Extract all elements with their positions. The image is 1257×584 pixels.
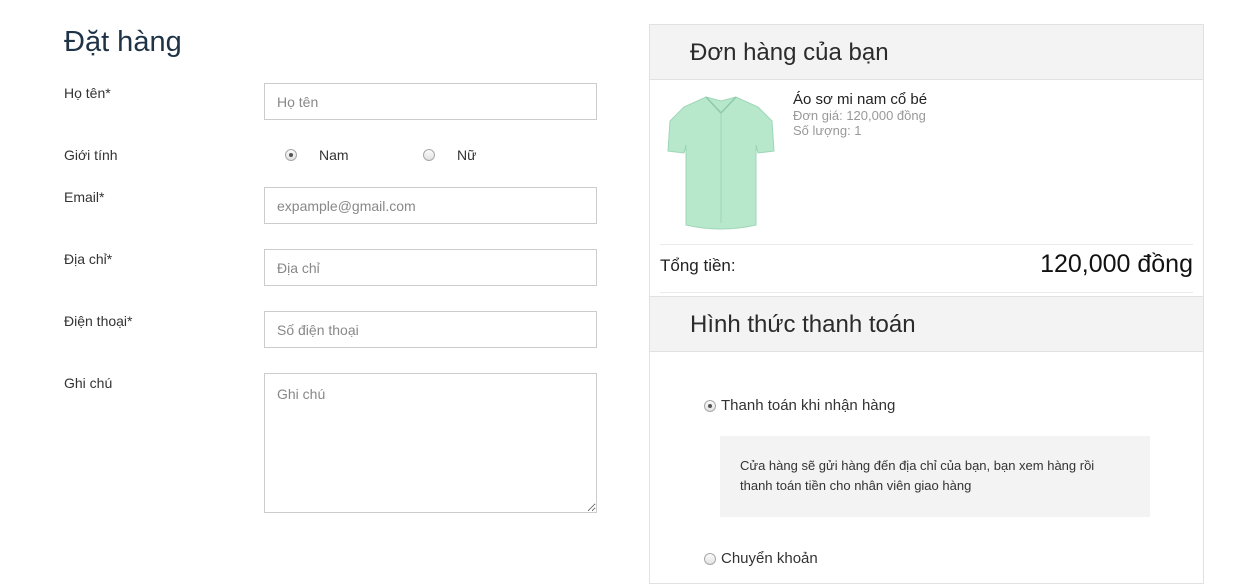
phone-label: Điện thoại* xyxy=(64,313,133,329)
name-input[interactable] xyxy=(264,83,597,120)
total-label: Tổng tiền: xyxy=(660,256,736,275)
name-label: Họ tên* xyxy=(64,85,111,101)
divider xyxy=(660,244,1193,245)
payment-transfer-label: Chuyển khoản xyxy=(721,550,818,567)
email-label: Email* xyxy=(64,189,105,205)
divider xyxy=(660,292,1193,293)
gender-female-label: Nữ xyxy=(457,147,477,163)
email-input[interactable] xyxy=(264,187,597,224)
gender-male-radio[interactable] xyxy=(285,149,297,161)
payment-cod-label: Thanh toán khi nhận hàng xyxy=(721,397,896,414)
note-label: Ghi chú xyxy=(64,375,113,391)
product-unit-price: Đơn giá: 120,000 đồng xyxy=(793,108,926,123)
gender-label: Giới tính xyxy=(64,147,118,163)
gender-option-male[interactable]: Nam xyxy=(285,147,349,163)
payment-option-cod[interactable]: Thanh toán khi nhận hàng xyxy=(704,397,895,414)
order-heading: Đơn hàng của bạn xyxy=(690,39,889,66)
product-quantity: Số lượng: 1 xyxy=(793,123,862,138)
gender-option-female[interactable]: Nữ xyxy=(423,147,476,163)
payment-transfer-radio[interactable] xyxy=(704,552,716,565)
product-shirt-image xyxy=(667,96,775,230)
payment-header: Hình thức thanh toán xyxy=(650,296,1203,352)
payment-cod-description: Cửa hàng sẽ gửi hàng đến địa chỉ của bạn… xyxy=(720,436,1150,517)
gender-female-radio[interactable] xyxy=(423,149,435,161)
payment-cod-radio[interactable] xyxy=(704,399,716,412)
page-title: Đặt hàng xyxy=(64,26,182,58)
phone-input[interactable] xyxy=(264,311,597,348)
order-header: Đơn hàng của bạn xyxy=(650,25,1203,80)
gender-male-label: Nam xyxy=(319,147,349,163)
address-input[interactable] xyxy=(264,249,597,286)
payment-heading: Hình thức thanh toán xyxy=(690,311,916,338)
total-value: 120,000 đồng xyxy=(1040,250,1193,278)
product-name: Áo sơ mi nam cổ bé xyxy=(793,91,928,108)
order-summary-panel: Đơn hàng của bạn Áo sơ mi nam cổ bé Đơn … xyxy=(649,24,1204,584)
payment-option-transfer[interactable]: Chuyển khoản xyxy=(704,550,818,567)
address-label: Địa chỉ* xyxy=(64,251,113,267)
note-textarea[interactable] xyxy=(264,373,597,513)
